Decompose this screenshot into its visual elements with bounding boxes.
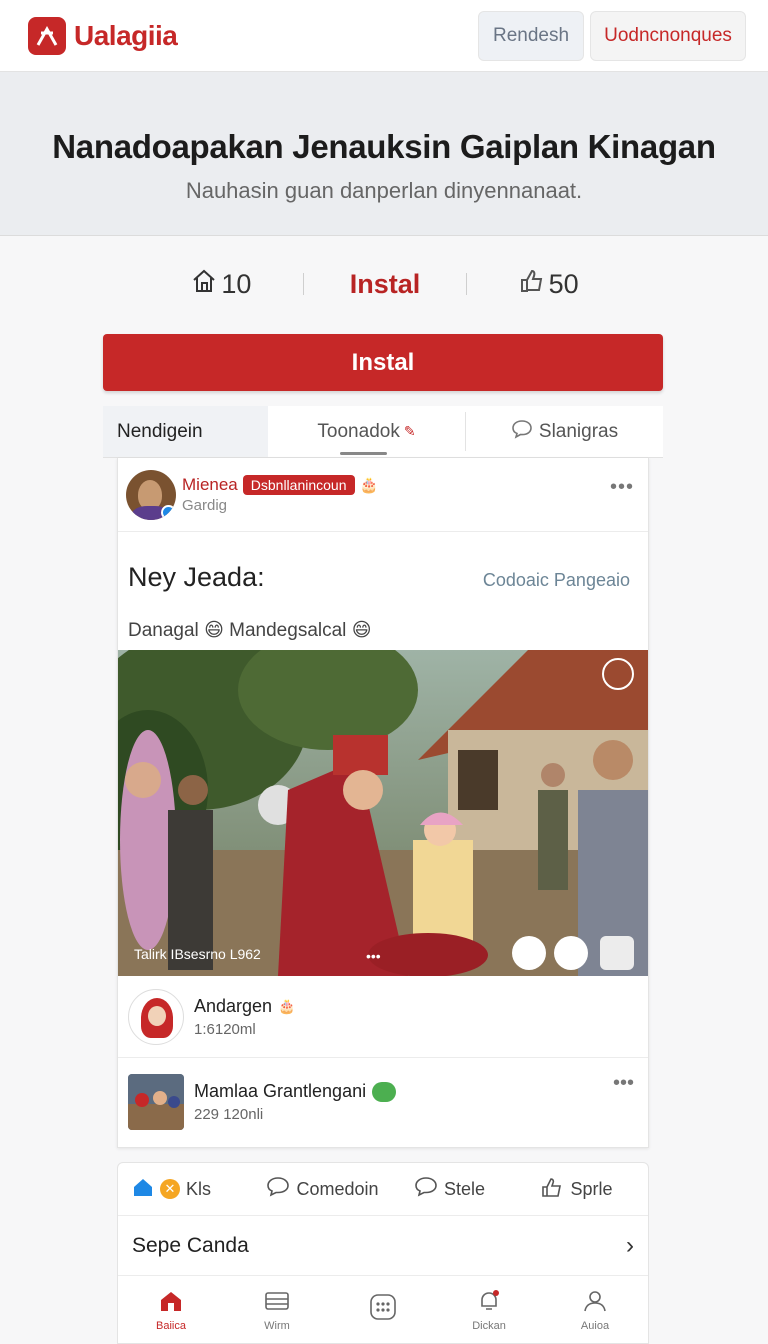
nav-home[interactable]: Baiica (118, 1276, 224, 1344)
nav-profile-label: Auioa (580, 1319, 610, 1332)
home-icon (158, 1289, 184, 1316)
action-kls[interactable]: ✕ Kls (126, 1176, 259, 1203)
nav-notifications-label: Dickan (472, 1319, 506, 1332)
action-share[interactable]: Sprle (513, 1176, 640, 1203)
emoji-icon: 🎂 (278, 997, 296, 1014)
post-title: Ney Jeada: (128, 562, 265, 592)
comment-meta: 1:6120ml (194, 1020, 256, 1038)
see-more-label: Sepe Canda (132, 1233, 249, 1257)
comment-author: Andargen (194, 995, 273, 1016)
top-bar: Ualagiia Rendesh Uodncnonques (0, 0, 768, 72)
author-badge: Dsbnllanincoun (242, 475, 355, 495)
tab-toonadok-label: Toonadok (317, 420, 400, 442)
home-icon (132, 1176, 154, 1203)
stat-install[interactable]: Instal (304, 269, 467, 300)
action-stele-label: Stele (443, 1178, 486, 1199)
list-item[interactable]: Andargen 🎂 1:6120ml (118, 976, 648, 1058)
app-name: Ualagiia (74, 19, 178, 51)
nav-apps[interactable] (330, 1276, 436, 1344)
logo-icon (28, 16, 66, 55)
apps-icon (369, 1293, 397, 1324)
action-comment-label: Comedoin (296, 1178, 379, 1199)
post-meta: Gardig (182, 497, 228, 514)
emoji-icon: 😄 (204, 620, 224, 641)
post-title-link[interactable]: Codoaic Pangeaio (483, 570, 630, 591)
header-action-button[interactable]: Uodncnonques (590, 10, 746, 61)
list-item[interactable]: Mamlaa Grantlengani 229 120nli ••• (118, 1058, 648, 1146)
post-subline-b: Mandegsalcal (229, 620, 347, 641)
nav-inbox[interactable]: Wirm (224, 1276, 330, 1344)
nav-inbox-label: Wirm (264, 1319, 290, 1332)
bottom-nav: Baiica Wirm Dickan Auioa (118, 1276, 648, 1344)
refresh-button[interactable]: Rendesh (478, 10, 584, 61)
tab-slanigras[interactable]: Slanigras (466, 406, 663, 457)
action-share-label: Sprle (570, 1178, 613, 1199)
verified-icon (161, 504, 176, 520)
action-bar: ✕ Kls Comedoin Stele Sprle (118, 1163, 648, 1216)
author-avatar[interactable] (126, 469, 176, 520)
tab-slanigras-label: Slanigras (538, 420, 619, 442)
install-button[interactable]: Instal (103, 334, 663, 391)
bottom-panel: ✕ Kls Comedoin Stele Sprle Sepe Canda › (117, 1162, 649, 1344)
more-options-icon[interactable]: ••• (613, 1072, 634, 1095)
carousel-dots[interactable]: ••• (366, 948, 381, 964)
expand-icon[interactable] (602, 658, 634, 690)
page-subtitle: Nauhasin guan danperlan dinyennanaat. (185, 178, 583, 203)
gallery-icon[interactable] (600, 936, 634, 970)
close-icon: ✕ (160, 1179, 180, 1199)
stat-likes-value: 50 (548, 268, 579, 299)
stat-likes[interactable]: 50 (467, 268, 630, 301)
tab-bar: Nendigein Toonadok ✎ Slanigras (103, 406, 663, 458)
hero-banner: Nanadoapakan Jenauksin Gaiplan Kinagan N… (0, 72, 768, 236)
nav-profile[interactable]: Auioa (542, 1276, 648, 1344)
stat-home[interactable]: 10 (140, 268, 303, 301)
thumbs-up-icon (519, 268, 545, 301)
tab-nendigein[interactable]: Nendigein (103, 406, 268, 457)
share-icon (540, 1176, 564, 1203)
bell-icon (476, 1289, 502, 1316)
pencil-icon: ✎ (403, 423, 416, 439)
tab-toonadok[interactable]: Toonadok ✎ (268, 406, 465, 457)
media-caption: Talirk IBsesrno L962 (134, 946, 261, 962)
thumbnail (128, 1074, 184, 1130)
chat-icon (372, 1081, 397, 1102)
comment-meta: 229 120nli (194, 1106, 264, 1123)
emoji-icon: 🎂 (359, 477, 379, 494)
action-stele[interactable]: Stele (386, 1176, 513, 1203)
chat-bubble-icon (511, 418, 533, 446)
emoji-icon: 😄 (351, 620, 372, 641)
house-icon (191, 268, 217, 301)
page-title: Nanadoapakan Jenauksin Gaiplan Kinagan (52, 128, 716, 165)
inbox-icon (264, 1289, 290, 1316)
forward-icon[interactable] (554, 936, 588, 970)
comment-author: Mamlaa Grantlengani (194, 1081, 367, 1101)
chat-icon (414, 1176, 438, 1203)
post-card: Mienea Dsbnllanincoun 🎂 Gardig ••• Ney J… (117, 458, 649, 1148)
post-header: Mienea Dsbnllanincoun 🎂 Gardig ••• (118, 458, 648, 532)
comment-icon (266, 1176, 290, 1203)
avatar (128, 988, 184, 1045)
see-more-row[interactable]: Sepe Canda › (118, 1216, 648, 1276)
profile-icon (582, 1289, 608, 1316)
chevron-right-icon: › (626, 1231, 634, 1259)
post-image[interactable]: Talirk IBsesrno L962 ••• (118, 650, 648, 976)
stat-home-value: 10 (221, 268, 252, 299)
next-icon[interactable] (512, 936, 546, 970)
stats-row: 10 Instal 50 (140, 258, 630, 310)
more-options-icon[interactable]: ••• (610, 476, 634, 499)
action-kls-label: Kls (186, 1178, 212, 1199)
post-subline: Danagal 😄 Mandegsalcal 😄 (118, 593, 648, 642)
nav-home-label: Baiica (156, 1319, 186, 1332)
post-subline-a: Danagal (128, 620, 199, 641)
author-name[interactable]: Mienea (182, 475, 238, 495)
app-logo[interactable]: Ualagiia (28, 16, 178, 55)
action-comment[interactable]: Comedoin (259, 1176, 386, 1203)
nav-notifications[interactable]: Dickan (436, 1276, 542, 1344)
